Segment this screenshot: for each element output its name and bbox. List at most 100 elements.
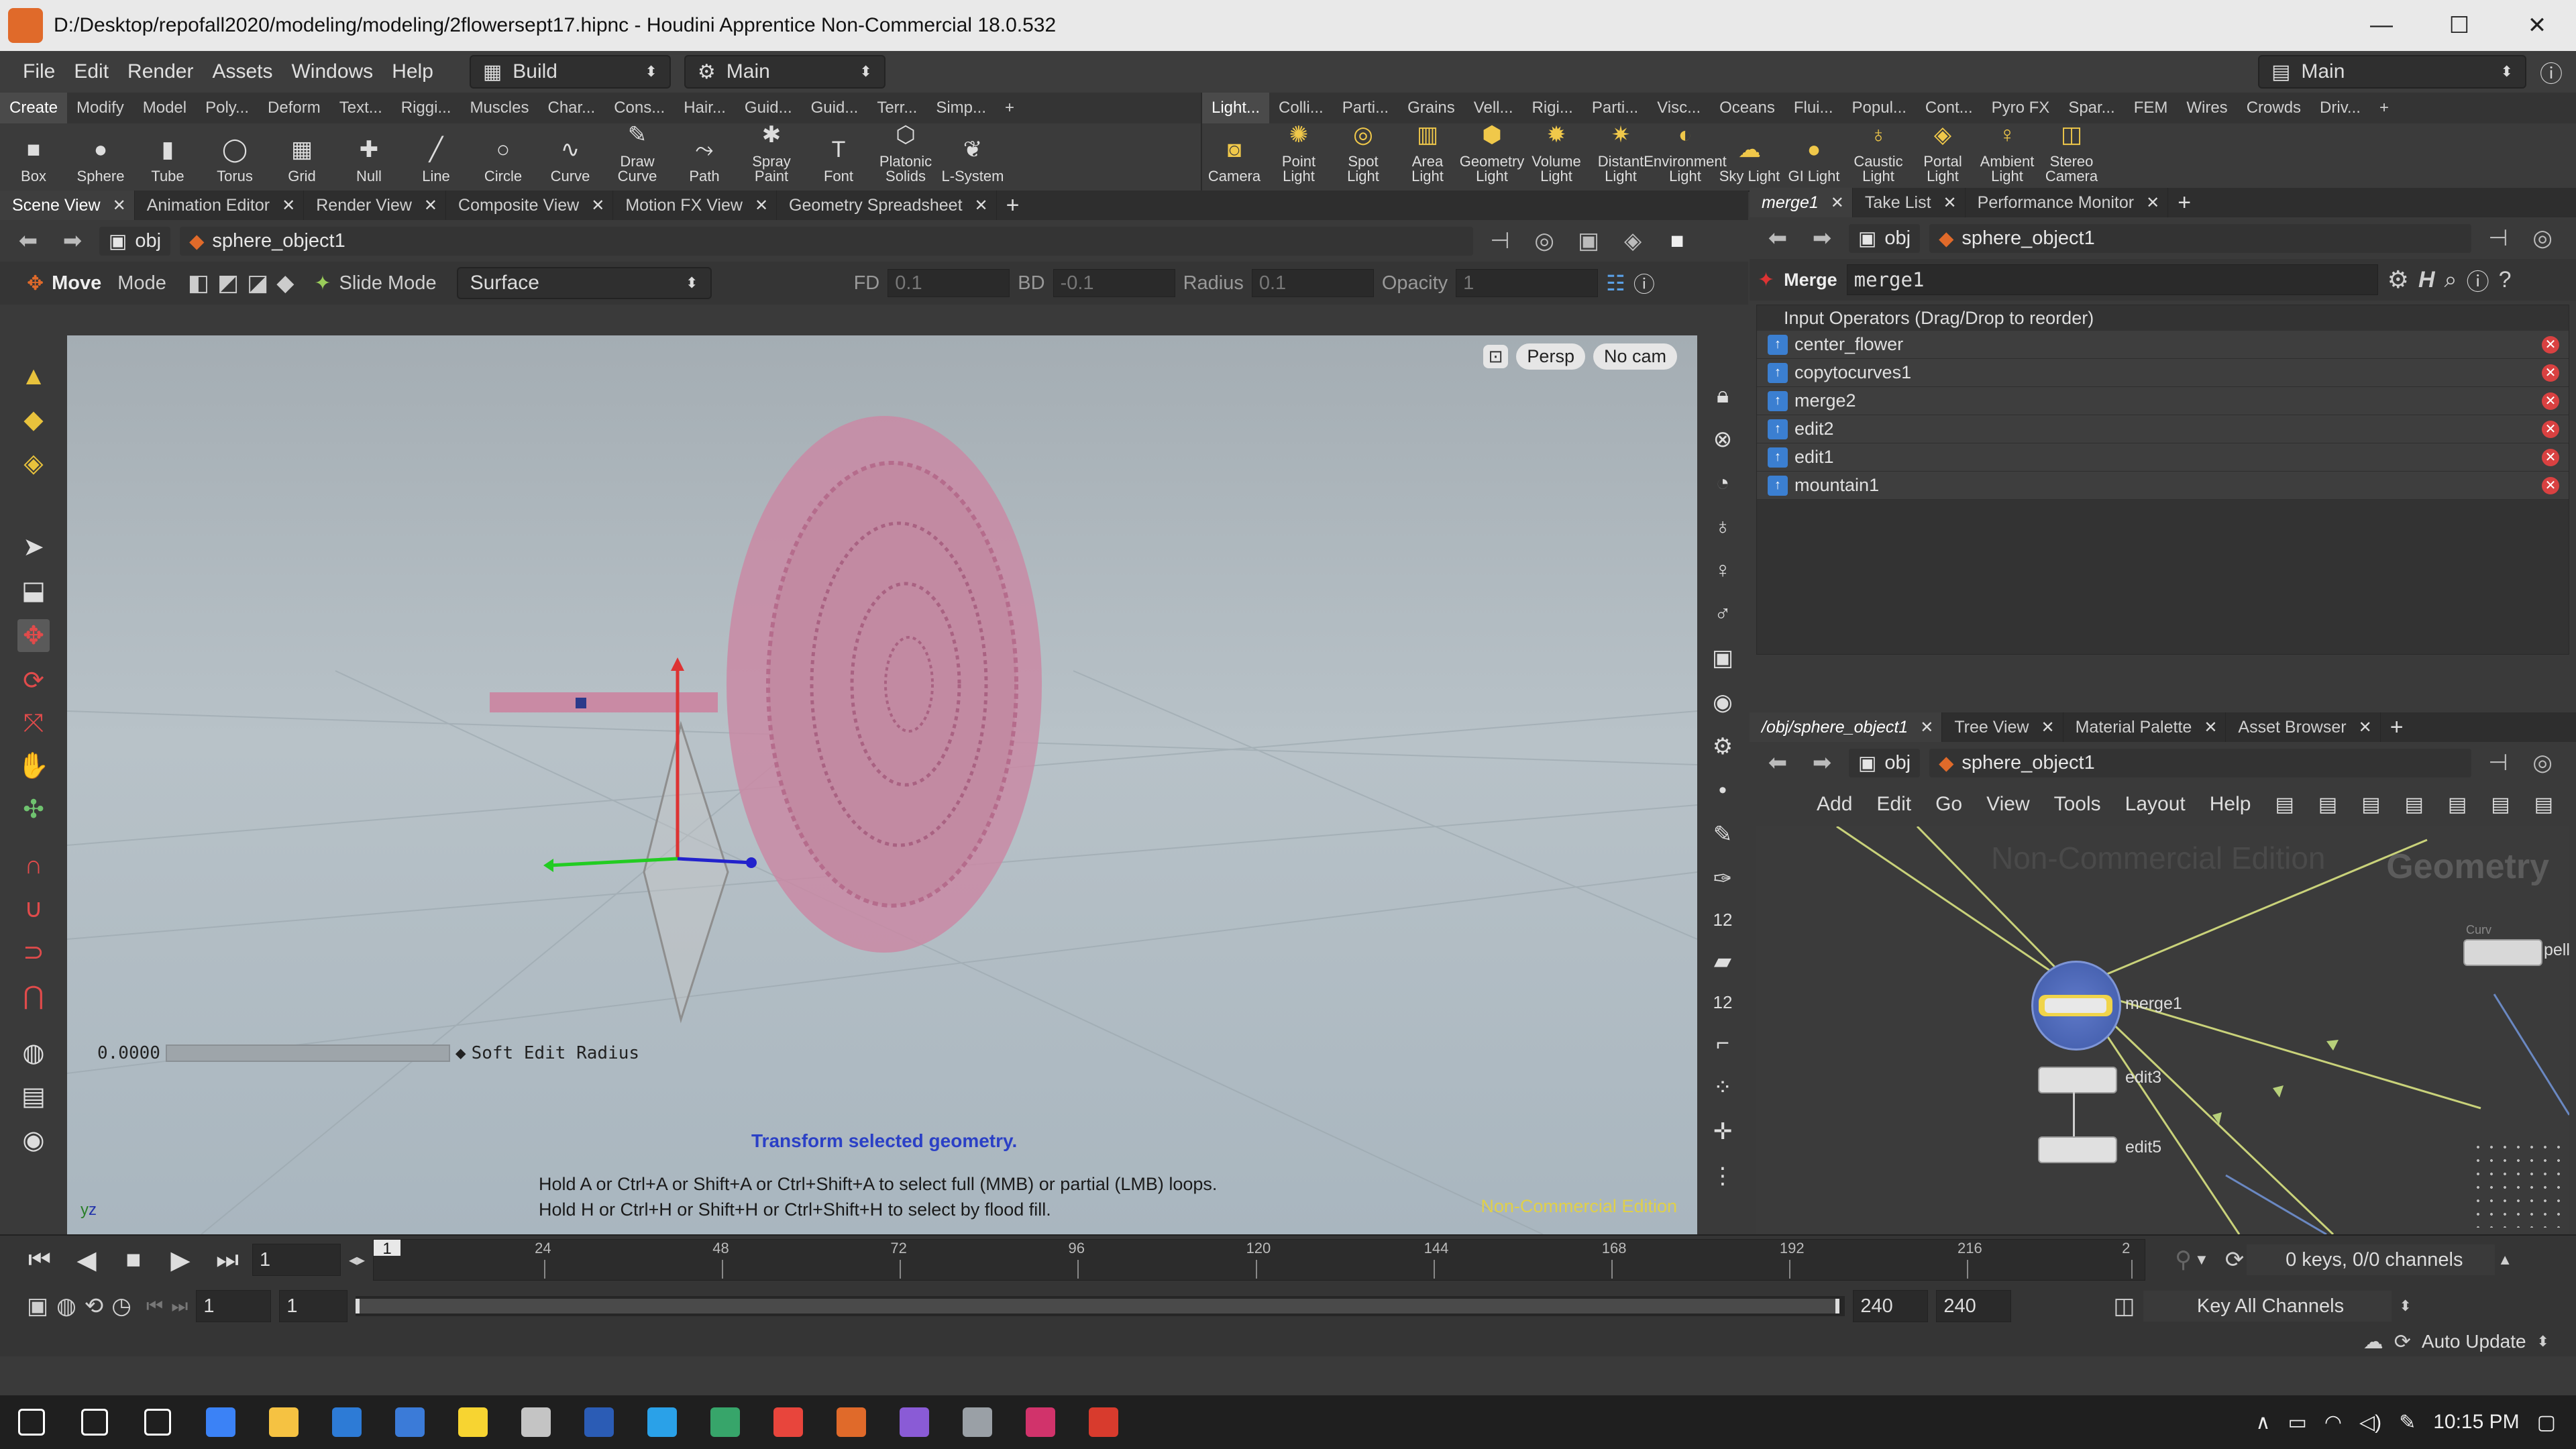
task-view-icon[interactable] (126, 1395, 189, 1449)
forward-arrow-icon[interactable]: ➡ (1805, 225, 1839, 252)
shelf-tab[interactable]: Model (133, 93, 196, 123)
jump-start-icon[interactable]: ⏮ (17, 1246, 62, 1275)
path-node[interactable]: ◆ sphere_object1 (180, 226, 1474, 256)
viewer-tab-2[interactable]: Render View ✕ (304, 191, 447, 220)
indesign-icon[interactable] (1009, 1395, 1072, 1449)
shelf-tab[interactable]: Char... (538, 93, 604, 123)
search-icon[interactable] (63, 1395, 126, 1449)
shelf-tab[interactable]: Flui... (1784, 93, 1843, 123)
range-start2-field[interactable]: 1 (279, 1290, 348, 1322)
shelf-tool-tube[interactable]: ▮ Tube (134, 134, 201, 189)
list-icon[interactable]: ▤ (2361, 793, 2380, 816)
network-menu-item[interactable]: Help (2210, 793, 2251, 816)
more-icon[interactable]: ⋮ (1711, 1163, 1734, 1189)
close-tab-icon[interactable]: ✕ (1831, 193, 1844, 213)
key-all-channels-button[interactable]: Key All Channels (2143, 1291, 2392, 1322)
jump-to-node-icon[interactable]: ↑ (1768, 362, 1788, 383)
auto-update-label[interactable]: Auto Update (2422, 1331, 2526, 1352)
link-icon[interactable]: ◎ (1527, 227, 1562, 254)
context-select[interactable]: ⚙ Main ⬍ (684, 55, 885, 89)
mode-edges-icon[interactable]: ◪ (247, 270, 268, 297)
shelf-tool-geometry-light[interactable]: ⬢ Geometry Light (1460, 119, 1525, 189)
background-icon[interactable]: ■ (1660, 228, 1695, 254)
shelf-tab[interactable]: Driv... (2310, 93, 2370, 123)
ghost-icon[interactable]: ◔ (1716, 470, 1730, 496)
jump-to-node-icon[interactable]: ↑ (1768, 390, 1788, 411)
persp-button[interactable]: Persp (1516, 343, 1585, 370)
close-tab-icon[interactable]: ✕ (1943, 193, 1957, 213)
current-frame-field[interactable]: 1 (252, 1244, 341, 1276)
vertex-numbers-icon[interactable]: 12 (1713, 992, 1733, 1013)
params-path-obj[interactable]: ▣ obj (1849, 223, 1921, 253)
params-tab-1[interactable]: Take List ✕ (1853, 188, 1966, 217)
thumbnail-icon[interactable]: ▤ (2448, 793, 2467, 816)
arrow-cursor-icon[interactable]: ➤ (23, 532, 44, 562)
shelf-tab[interactable]: Guid... (802, 93, 868, 123)
chrome-icon[interactable] (757, 1395, 820, 1449)
shelf-tool-sky-light[interactable]: ☁ Sky Light (1717, 134, 1782, 189)
maximize-button[interactable]: ☐ (2420, 12, 2498, 39)
view-icon[interactable]: ◍ (22, 1038, 44, 1068)
scale-icon[interactable]: ⤧ (23, 709, 44, 738)
back-arrow-icon[interactable]: ⬅ (1760, 749, 1795, 776)
shelf-tab[interactable]: Oceans (1710, 93, 1784, 123)
params-path-node[interactable]: ◆ sphere_object1 (1929, 223, 2472, 253)
shelf-tool-gi-light[interactable]: ● GI Light (1782, 134, 1846, 189)
shelf-tool-stereo-camera[interactable]: ◫ Stereo Camera (2039, 119, 2104, 189)
chevron-up-icon[interactable]: ⬍ (2537, 1333, 2549, 1350)
clock-time[interactable]: 10:15 PM (2433, 1411, 2519, 1434)
range-end-field[interactable]: 240 (1853, 1290, 1929, 1322)
magnet-icon[interactable]: ∩ (24, 851, 42, 880)
shelf-tool-l-system[interactable]: ❦ L-System (939, 134, 1006, 189)
close-tab-icon[interactable]: ✕ (2146, 193, 2159, 213)
network-menu-item[interactable]: Add (1817, 793, 1852, 816)
shelf-tab[interactable]: Wires (2177, 93, 2237, 123)
mesh-icon[interactable]: ⚙ (1713, 733, 1733, 760)
add-shelf-icon[interactable]: + (996, 93, 1024, 123)
network-tab-2[interactable]: Material Palette ✕ (2063, 712, 2226, 742)
points-icon[interactable]: ⁘ (1713, 1074, 1733, 1101)
info-icon[interactable]: ⓘ (2467, 264, 2489, 297)
step-icon[interactable]: ◂▸ (349, 1250, 365, 1270)
scene-viewport[interactable]: ⊡ Persp No cam 0.0000 ◆ Soft Edit Radius… (67, 335, 1697, 1234)
forward-arrow-icon[interactable]: ➡ (1805, 749, 1839, 776)
channels-icon[interactable]: ⟳ (2225, 1246, 2245, 1273)
network-editor[interactable]: Non-Commercial Edition Geometry merge1 e… (1756, 826, 2569, 1234)
notification-icon[interactable]: ▢ (2537, 1411, 2556, 1434)
shelf-tool-spray-paint[interactable]: ✱ Spray Paint (738, 119, 805, 189)
brush-icon[interactable]: ✎ (1713, 821, 1733, 848)
pose-icon[interactable]: ✋ (17, 751, 49, 781)
loop-icon[interactable]: ⟲ (85, 1293, 104, 1320)
light-icon[interactable]: ♀ (1714, 557, 1731, 584)
close-tab-icon[interactable]: ✕ (282, 196, 295, 215)
range-end2-field[interactable]: 240 (1936, 1290, 2012, 1322)
network-menu-item[interactable]: View (1986, 793, 2029, 816)
calculator-icon[interactable] (378, 1395, 441, 1449)
jump-end-icon[interactable]: ⏭ (205, 1246, 250, 1275)
menu-help[interactable]: Help (382, 60, 443, 83)
shelf-tool-torus[interactable]: ◯ Torus (201, 134, 268, 189)
help-icon[interactable]: ? (2499, 267, 2512, 293)
tree-icon[interactable]: ▤ (2318, 793, 2337, 816)
shelf-tab[interactable]: Poly... (196, 93, 258, 123)
add-shelf-icon[interactable]: + (2370, 93, 2398, 123)
shelf-tool-draw-curve[interactable]: ✎ Draw Curve (604, 119, 671, 189)
input-operator-row[interactable]: ↑ edit2 ✕ (1757, 415, 2569, 443)
eye-icon[interactable]: ◉ (1713, 689, 1733, 716)
battery-icon[interactable]: ▭ (2288, 1411, 2306, 1434)
key-icon[interactable]: ⚲ (2175, 1246, 2192, 1273)
shelf-tool-path[interactable]: ⤳ Path (671, 134, 738, 189)
pin-icon[interactable]: ⊣ (2481, 225, 2516, 252)
start-icon[interactable] (0, 1395, 63, 1449)
add-tab-icon[interactable]: + (2381, 714, 2413, 741)
numbers-icon[interactable]: 12 (1713, 910, 1733, 930)
lock-icon[interactable]: 🔒︎ (1717, 382, 1729, 409)
fd-field[interactable]: 0.1 (888, 269, 1010, 297)
shelf-tab[interactable]: FEM (2125, 93, 2178, 123)
transform-icon[interactable]: ✣ (23, 794, 44, 824)
chevron-up-icon[interactable]: ∧ (2256, 1411, 2271, 1434)
remove-input-icon[interactable]: ✕ (2542, 420, 2559, 438)
params-tab-0[interactable]: merge1 ✕ (1750, 188, 1853, 217)
gear-icon[interactable]: ⚙ (2387, 266, 2409, 294)
add-tab-icon[interactable]: + (2168, 190, 2200, 216)
